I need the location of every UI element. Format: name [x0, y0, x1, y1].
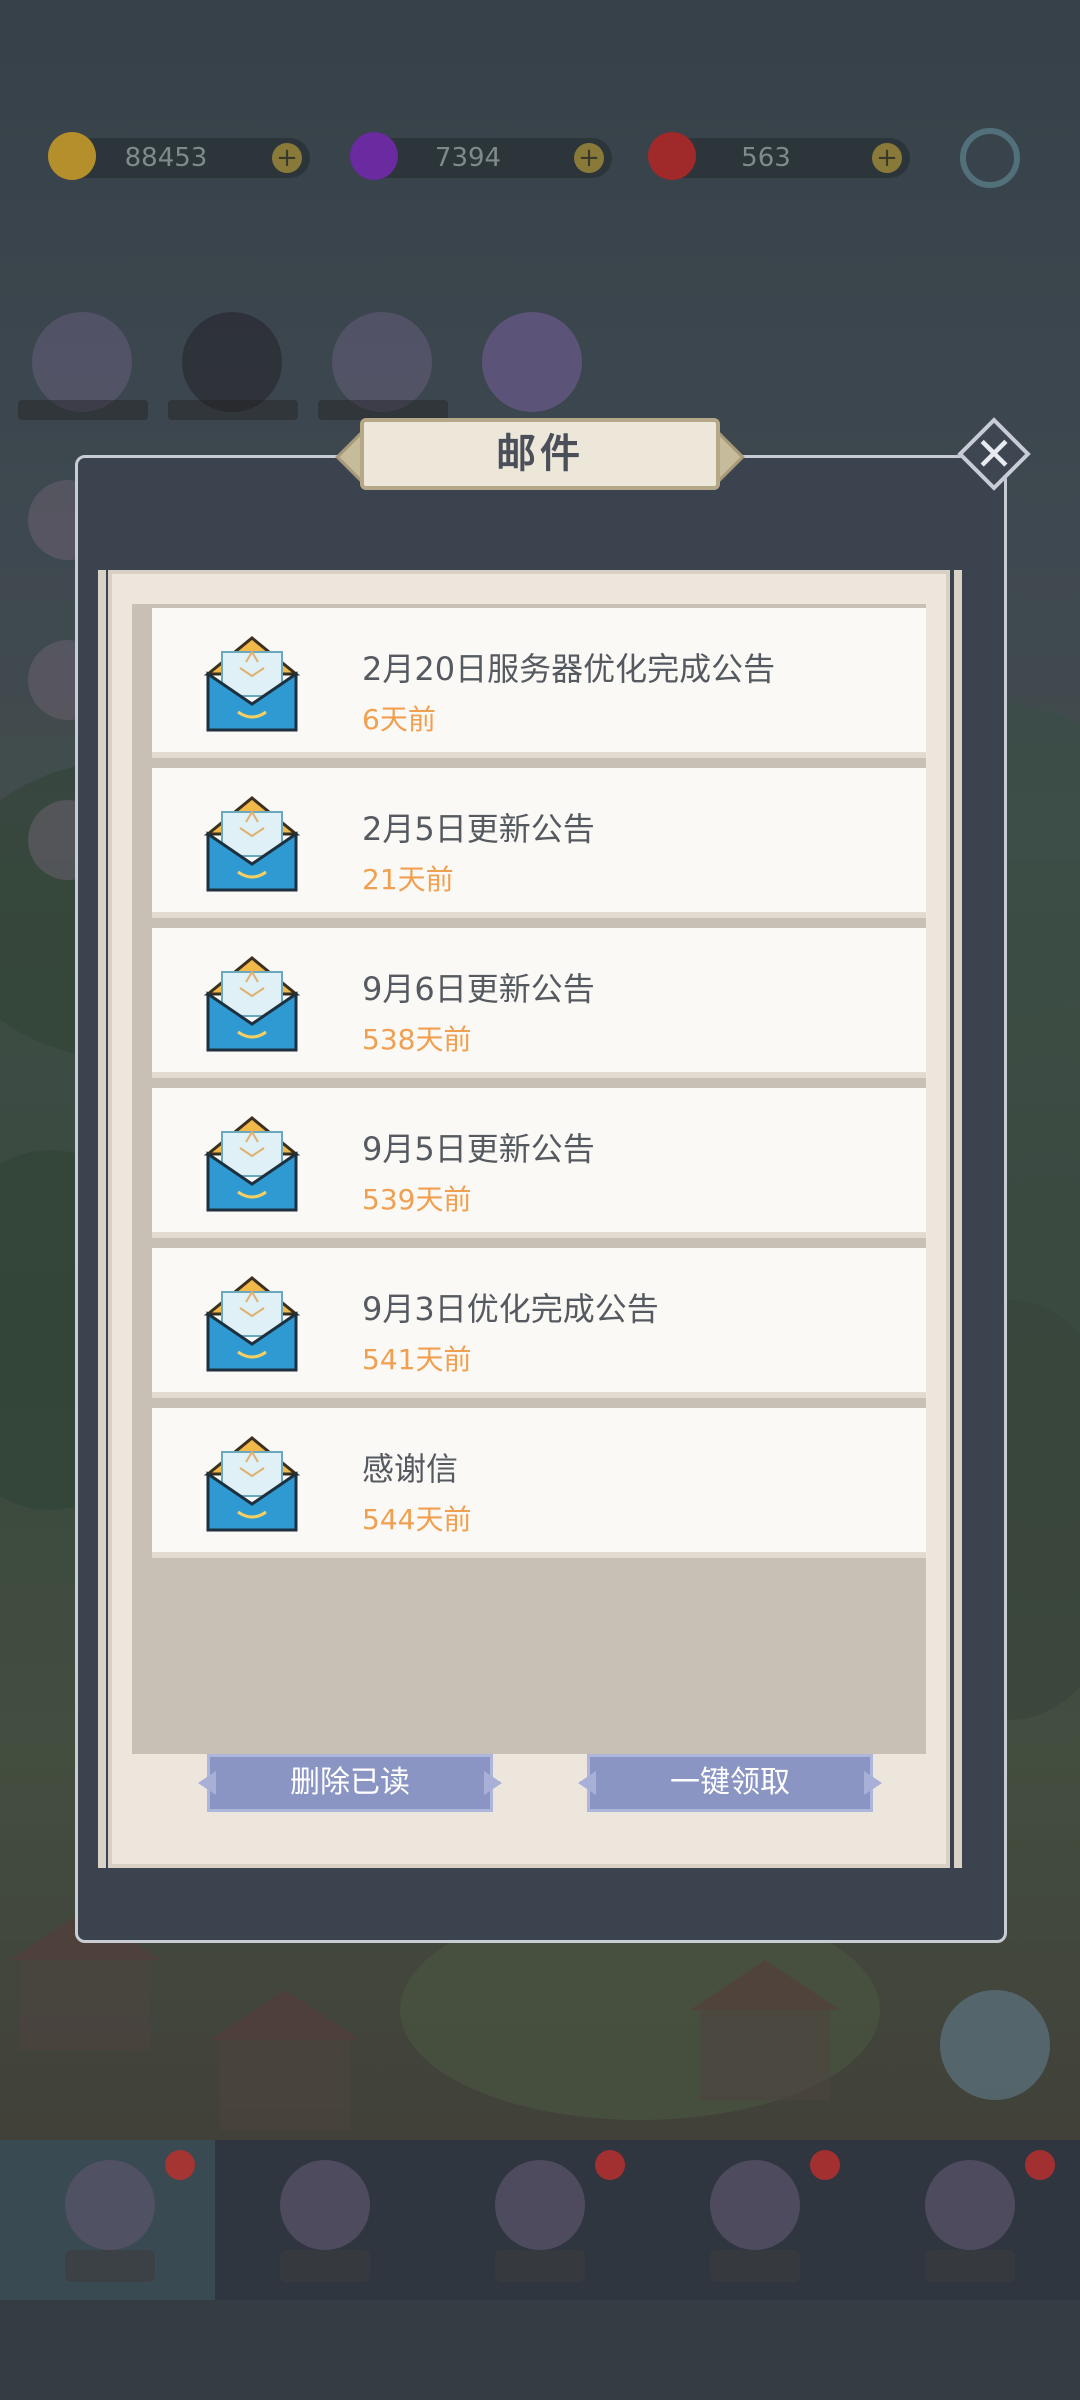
gold-coin-icon	[48, 132, 96, 180]
bottom-navigation	[0, 2140, 1080, 2300]
envelope-icon	[203, 636, 301, 732]
mail-item[interactable]: 2月20日服务器优化完成公告 6天前	[152, 608, 926, 758]
activity-label	[318, 400, 448, 420]
activity-icon[interactable]	[332, 312, 432, 412]
add-gem-button[interactable]: +	[574, 143, 604, 173]
currency-ruby: 563 +	[648, 132, 910, 180]
mail-subject: 感谢信	[362, 1450, 459, 1488]
mail-age: 541天前	[362, 1343, 472, 1376]
currency-gem: 7394 +	[350, 132, 612, 180]
add-ruby-button[interactable]: +	[872, 143, 902, 173]
nav-tab[interactable]	[215, 2150, 430, 2290]
mail-subject: 2月20日服务器优化完成公告	[362, 650, 776, 688]
mail-subject: 9月6日更新公告	[362, 970, 595, 1008]
ruby-icon	[648, 132, 696, 180]
mail-item[interactable]: 2月5日更新公告 21天前	[152, 768, 926, 918]
envelope-icon	[203, 796, 301, 892]
mail-item[interactable]: 9月3日优化完成公告 541天前	[152, 1248, 926, 1398]
close-button[interactable]: ✕	[957, 417, 1031, 491]
envelope-icon	[203, 1436, 301, 1532]
mail-age: 544天前	[362, 1503, 472, 1536]
mail-item[interactable]: 9月5日更新公告 539天前	[152, 1088, 926, 1238]
settings-gear-icon[interactable]	[960, 128, 1020, 188]
round-action-button[interactable]	[940, 1990, 1050, 2100]
mail-age: 6天前	[362, 703, 436, 736]
activity-label	[168, 400, 298, 420]
nav-tab[interactable]	[645, 2150, 860, 2290]
nav-tab[interactable]	[860, 2150, 1075, 2290]
bottom-safe-area	[0, 2300, 1080, 2400]
currency-gold: 88453 +	[48, 132, 310, 180]
activity-label	[18, 400, 148, 420]
close-x-icon[interactable]: ✕	[958, 418, 1030, 490]
nav-tab[interactable]	[430, 2150, 645, 2290]
mail-item[interactable]: 9月6日更新公告 538天前	[152, 928, 926, 1078]
activity-icon[interactable]	[32, 312, 132, 412]
mail-age: 539天前	[362, 1183, 472, 1216]
qq-icon[interactable]	[182, 312, 282, 412]
mail-item[interactable]: 感谢信 544天前	[152, 1408, 926, 1558]
dialog-title: 邮件	[496, 431, 584, 477]
activity-icon[interactable]	[482, 312, 582, 412]
delete-read-button[interactable]: 删除已读	[207, 1754, 493, 1812]
mail-age: 21天前	[362, 863, 454, 896]
add-gold-button[interactable]: +	[272, 143, 302, 173]
mail-subject: 9月5日更新公告	[362, 1130, 595, 1168]
mail-subject: 9月3日优化完成公告	[362, 1290, 659, 1328]
envelope-icon	[203, 1276, 301, 1372]
dialog-title-plate: 邮件	[335, 418, 745, 490]
mail-subject: 2月5日更新公告	[362, 810, 595, 848]
claim-all-button[interactable]: 一键领取	[587, 1754, 873, 1812]
nav-tab[interactable]	[0, 2150, 215, 2290]
gem-icon	[350, 132, 398, 180]
envelope-icon	[203, 956, 301, 1052]
mail-age: 538天前	[362, 1023, 472, 1056]
envelope-icon	[203, 1116, 301, 1212]
